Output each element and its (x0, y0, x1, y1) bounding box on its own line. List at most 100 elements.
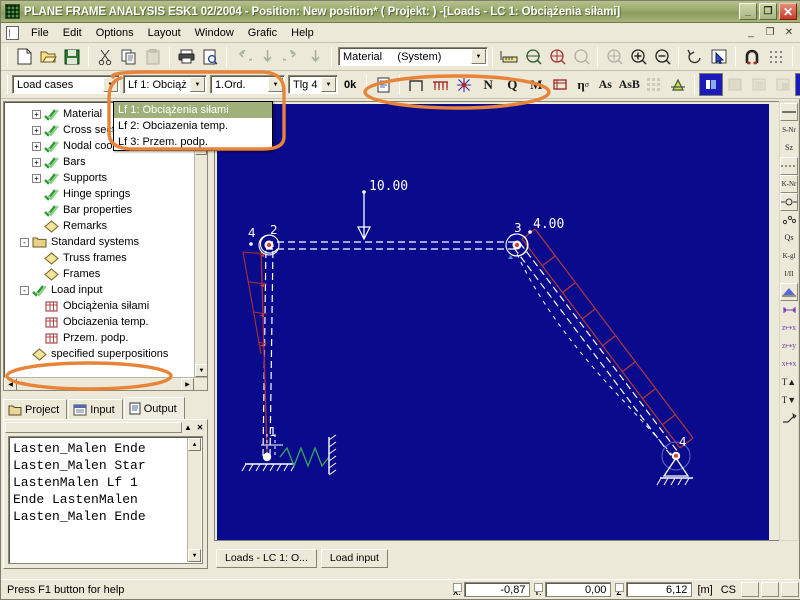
menu-item-window[interactable]: Window (188, 25, 241, 41)
doctab-loads[interactable]: Loads - LC 1: O... (216, 548, 317, 568)
pen-button[interactable] (780, 409, 798, 427)
moment-button[interactable]: M (524, 73, 548, 96)
dropdown-item[interactable]: Lf 3: Przem. podp. (114, 134, 272, 150)
tree-expander[interactable]: + (32, 173, 41, 183)
tree-item-obciazenia-temp[interactable]: Obciazenia temp. (8, 314, 205, 330)
nodes-button[interactable] (780, 211, 798, 229)
tree-expander[interactable]: - (20, 285, 29, 295)
lf-combo[interactable]: Lf 1: Obciąż ▼ (123, 75, 207, 94)
tree-item-remarks[interactable]: Remarks (8, 218, 205, 234)
tree-item-truss-frames[interactable]: Truss frames (8, 250, 205, 266)
load-cases-combo[interactable]: Load cases ▼ (12, 75, 120, 94)
redo-step-icon[interactable] (303, 45, 327, 68)
output-scroll-up-arrow[interactable]: ▲ (188, 438, 201, 451)
window-tile-3-icon[interactable] (747, 73, 771, 96)
zoom-window-icon[interactable] (521, 45, 545, 68)
y-coordinate-field[interactable]: 0,00 (545, 582, 612, 597)
rebar-asb-button[interactable]: AsB (616, 73, 642, 96)
tree-item-bar-properties[interactable]: Bar properties (8, 202, 205, 218)
grid-icon[interactable] (764, 45, 788, 68)
rebar-as-button[interactable]: As (594, 73, 616, 96)
loads-icon[interactable] (428, 73, 452, 96)
order-button[interactable]: I/II (780, 265, 798, 283)
cut-scissors-icon[interactable] (93, 45, 117, 68)
window-tile-5-icon[interactable] (795, 73, 800, 96)
support-reaction-icon[interactable] (548, 73, 572, 96)
tab-output[interactable]: Output (123, 397, 185, 419)
window-tile-2-icon[interactable] (723, 73, 747, 96)
tree-expander[interactable]: - (20, 237, 29, 247)
refresh-icon[interactable] (683, 45, 707, 68)
hinge-button[interactable] (780, 193, 798, 211)
magnet-snap-icon[interactable] (740, 45, 764, 68)
chevron-down-icon[interactable]: ▼ (321, 77, 336, 92)
stress-eta-button[interactable]: ησ (572, 73, 594, 96)
tree-item-przem-podp[interactable]: Przem. podp. (8, 330, 205, 346)
tree-item-hinge-springs[interactable]: Hinge springs (8, 186, 205, 202)
tree-expander[interactable]: + (32, 125, 41, 135)
tree-item-frames[interactable]: Frames (8, 266, 205, 282)
deformation-icon[interactable] (452, 73, 476, 96)
save-disk-icon[interactable] (60, 45, 84, 68)
tree-item-standard-systems[interactable]: - Standard systems (8, 234, 205, 250)
mesh-icon[interactable] (642, 73, 666, 96)
node-equal-button[interactable]: K-gl (780, 247, 798, 265)
mdi-close-button[interactable]: ✕ (781, 25, 797, 40)
undo-icon[interactable] (231, 45, 255, 68)
redo-icon[interactable] (279, 45, 303, 68)
doctab-load-input[interactable]: Load input (320, 548, 388, 568)
xx-axis-button[interactable]: x↦x (780, 355, 798, 373)
mdi-restore-button[interactable]: ❐ (762, 25, 778, 40)
zoom-all-icon[interactable] (602, 45, 626, 68)
load-case-dropdown-list[interactable]: Lf 1: Obciążenia siłami Lf 2: Obciazenia … (113, 101, 273, 151)
tree-item-bars[interactable]: + Bars (8, 154, 205, 170)
shear-force-button[interactable]: Q (500, 73, 524, 96)
scroll-left-arrow[interactable]: ◀ (4, 378, 17, 390)
measure-icon[interactable] (497, 45, 521, 68)
chevron-down-icon[interactable]: ▼ (268, 77, 283, 92)
node-number-button[interactable]: K-Nr (780, 175, 798, 193)
order-combo[interactable]: 1.Ord. ▼ (210, 75, 285, 94)
z-coordinate-field[interactable]: 6,12 (626, 582, 693, 597)
tree-expander[interactable]: + (32, 141, 41, 151)
cross-section-button[interactable]: Qs (780, 229, 798, 247)
tab-project[interactable]: Project (3, 399, 68, 419)
paste-icon[interactable] (141, 45, 165, 68)
close-button[interactable]: ✕ (779, 3, 797, 20)
zoom-center-icon[interactable] (545, 45, 569, 68)
mdi-minimize-button[interactable]: _ (743, 25, 759, 40)
tree-item-supports[interactable]: + Supports (8, 170, 205, 186)
dropdown-item[interactable]: Lf 1: Obciążenia siłami (114, 102, 272, 118)
menu-item-layout[interactable]: Layout (141, 25, 188, 41)
x-coordinate-field[interactable]: -0,87 (464, 582, 531, 597)
temp-top-button[interactable]: T▲ (780, 373, 798, 391)
menu-item-file[interactable]: File (24, 25, 56, 41)
zx-axis-button[interactable]: z↦x (780, 319, 798, 337)
print-preview-icon[interactable] (198, 45, 222, 68)
window-tile-1-icon[interactable] (699, 73, 724, 96)
undo-step-icon[interactable] (255, 45, 279, 68)
temp-bottom-button[interactable]: T▼ (780, 391, 798, 409)
tree-expander[interactable]: + (32, 157, 41, 167)
zy-axis-button[interactable]: z↦y (780, 337, 798, 355)
tree-item-obci-enia-si-ami[interactable]: Obciążenia siłami (8, 298, 205, 314)
chevron-down-icon[interactable]: ▼ (190, 77, 205, 92)
tree-item-load-input[interactable]: - Load input (8, 282, 205, 298)
scroll-down-arrow[interactable]: ▼ (195, 364, 207, 377)
output-close-button[interactable]: ✕ (194, 421, 206, 433)
output-scrollbar[interactable]: ▲ ▼ (187, 438, 201, 562)
normal-force-button[interactable]: N (476, 73, 500, 96)
menu-item-help[interactable]: Help (284, 25, 321, 41)
menu-item-grafic[interactable]: Grafic (241, 25, 284, 41)
document-icon[interactable] (6, 25, 19, 40)
tab-input[interactable]: Input (68, 399, 123, 419)
output-text-area[interactable]: Lasten_Malen Ende Lasten_Malen Star Lasten… (8, 436, 203, 564)
output-scroll-down-arrow[interactable]: ▼ (188, 549, 201, 562)
tree-expander[interactable]: + (32, 109, 41, 119)
system-outline-icon[interactable] (404, 73, 428, 96)
menu-item-options[interactable]: Options (89, 25, 141, 41)
report-icon[interactable] (371, 73, 395, 96)
material-combo[interactable]: Material (System) ▼ (338, 47, 488, 66)
chevron-down-icon[interactable]: ▼ (471, 49, 486, 64)
tlg-combo[interactable]: Tlg 4 ▼ (288, 75, 338, 94)
